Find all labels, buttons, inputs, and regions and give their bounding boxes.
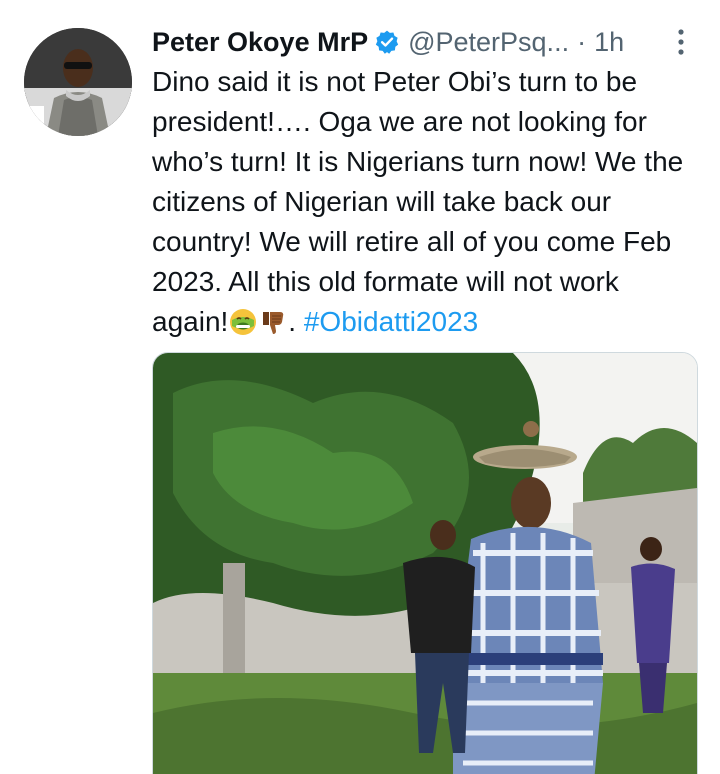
separator-dot: · xyxy=(577,26,587,57)
author-name[interactable]: Peter Okoye MrP xyxy=(152,27,368,58)
tweet-text: Dino said it is not Peter Obi’s turn to … xyxy=(152,62,697,342)
tweet-header: Peter Okoye MrP @PeterPsq... · 1h xyxy=(152,22,692,62)
author-avatar[interactable] xyxy=(24,28,132,136)
more-options-icon[interactable] xyxy=(670,26,692,58)
attached-photo[interactable] xyxy=(152,352,698,774)
hashtag-link[interactable]: #Obidatti2023 xyxy=(304,306,478,337)
thumbs-down-emoji xyxy=(259,307,287,335)
verified-badge-icon xyxy=(374,29,400,55)
author-handle[interactable]: @PeterPsq... xyxy=(408,27,569,58)
tweet-text-suffix: . xyxy=(288,306,304,337)
tweet-body: Dino said it is not Peter Obi’s turn to … xyxy=(152,66,684,337)
nauseated-face-emoji xyxy=(229,307,257,335)
tweet[interactable]: Peter Okoye MrP @PeterPsq... · 1h Dino s… xyxy=(0,0,720,774)
tweet-timestamp[interactable]: 1h xyxy=(594,27,624,58)
